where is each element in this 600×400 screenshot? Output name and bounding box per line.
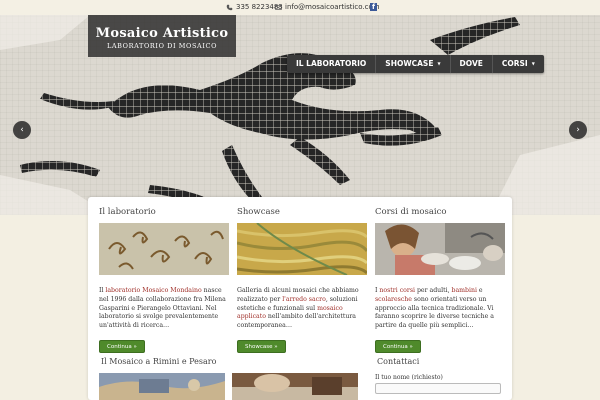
slider-prev-arrow-icon[interactable]: ‹ [13,121,31,139]
nav-item-label: IL LABORATORIO [296,59,367,68]
phone-icon [226,4,233,10]
pesaro-mosaic-image[interactable] [232,373,358,400]
column-showcase: Showcase Galleria di alcuni mosaici che … [236,207,369,353]
content-card: Il laboratorio Il laboratorio Mosaico Mo… [88,197,512,400]
column-text: Il laboratorio Mosaico Mondaino nasce ne… [99,287,226,330]
chevron-down-icon: ▼ [531,61,535,66]
top-contact-bar: 335 8223483 info@mosaicoartistico.com f [0,0,600,15]
arredo-sacro-link[interactable]: l'arredo sacro [282,296,326,303]
nav-item-laboratorio[interactable]: IL LABORATORIO [287,55,377,73]
showcase-button[interactable]: Showcase » [237,340,286,353]
name-input[interactable] [375,383,501,394]
laboratorio-thumbnail[interactable] [99,223,229,275]
column-corsi: Corsi di mosaico I nostri corsi per adul… [375,207,505,353]
showcase-thumbnail[interactable] [236,222,369,276]
nav-item-label: DOVE [459,59,483,68]
column-laboratorio: Il laboratorio Il laboratorio Mosaico Mo… [99,207,229,353]
corsi-thumbnail[interactable] [375,223,505,275]
hero-slider: Mosaico Artistico LABORATORIO DI MOSAICO… [0,15,600,215]
main-navigation: IL LABORATORIO SHOWCASE ▼ DOVE CORSI ▼ [287,55,544,73]
column-title: Corsi di mosaico [375,207,447,217]
column-text: I nostri corsi per adulti, bambini e sco… [375,287,494,330]
slider-next-arrow-icon[interactable]: › [569,121,587,139]
laboratorio-link[interactable]: laboratorio Mosaico Mondaino [105,287,201,294]
continua-button[interactable]: Continua » [375,340,421,353]
column-title: Il laboratorio [99,207,156,217]
column-title: Showcase [237,207,280,217]
nav-item-showcase[interactable]: SHOWCASE ▼ [376,55,451,73]
form-name-label: Il tuo nome (richiesto) [375,374,443,381]
brand-subtitle: LABORATORIO DI MOSAICO [106,42,218,50]
column-text: Galleria di alcuni mosaici che abbiamo r… [237,287,359,330]
nav-item-label: SHOWCASE [385,59,434,68]
rimini-mosaic-image[interactable] [99,373,225,400]
continua-button[interactable]: Continua » [99,340,145,353]
nav-item-corsi[interactable]: CORSI ▼ [493,55,544,73]
brand-title: Mosaico Artistico [95,26,229,41]
mail-icon [275,4,282,10]
bambini-link[interactable]: bambini [452,287,477,294]
nav-item-dove[interactable]: DOVE [451,55,493,73]
email-contact[interactable]: info@mosaicoartistico.com [275,3,380,11]
nostri-corsi-link[interactable]: nostri corsi [379,287,415,294]
email-address: info@mosaicoartistico.com [285,3,380,11]
nav-item-label: CORSI [501,59,528,68]
facebook-icon[interactable]: f [370,3,377,11]
section-title-rimini-pesaro: Il Mosaico a Rimini e Pesaro [101,357,217,366]
site-logo[interactable]: Mosaico Artistico LABORATORIO DI MOSAICO [88,15,236,57]
chevron-down-icon: ▼ [437,61,441,66]
section-title-contattaci: Contattaci [377,357,420,366]
scolaresche-link[interactable]: scolaresche [375,296,412,303]
